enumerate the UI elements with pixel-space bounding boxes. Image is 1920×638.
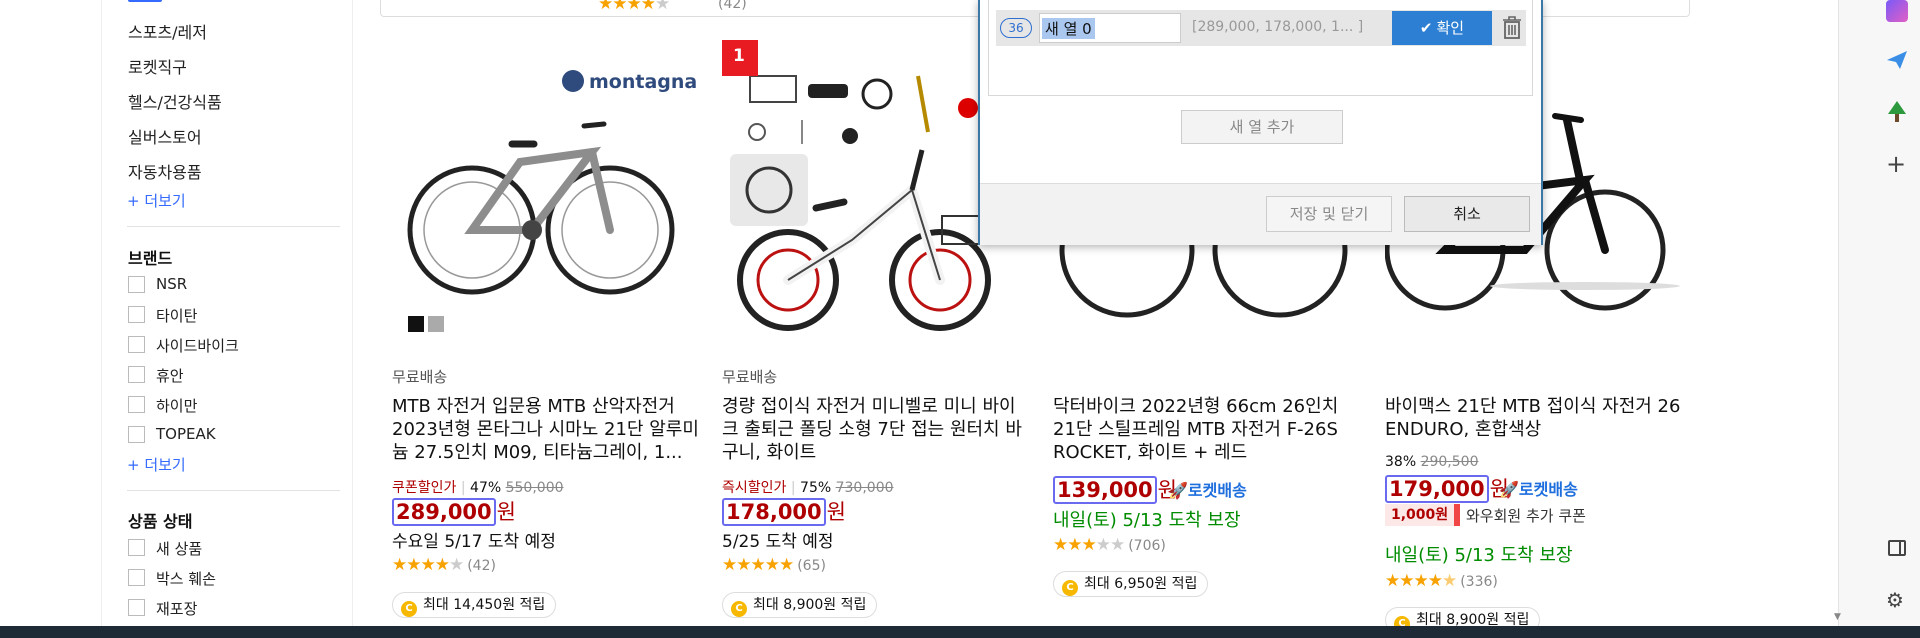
state-section-title: 상품 상태 — [128, 512, 193, 531]
sale-price: 289,000 원 — [392, 496, 516, 526]
row-index-badge: 36 — [1000, 18, 1032, 38]
delivery-date: 5/25 도착 예정 — [722, 532, 834, 552]
brand-label: 휴안 — [156, 367, 184, 385]
sale-price: 178,000 원 — [722, 496, 846, 526]
product-title[interactable]: 경량 접이식 자전거 미니벨로 미니 바이크 출퇴근 폴딩 소형 7단 접는 원… — [722, 395, 1032, 464]
rocket-icon: 🚀 — [1168, 481, 1188, 500]
state-label: 새 상품 — [156, 540, 203, 558]
rating-stars: ★★★★★ (42) — [392, 555, 496, 575]
cancel-button[interactable]: 취소 — [1404, 196, 1530, 232]
cashback-badge: C 최대 8,900원 적립 — [722, 592, 878, 618]
cashback-badge: C 최대 14,450원 적립 — [392, 592, 557, 618]
coupon-text: 와우회원 추가 쿠폰 — [1466, 507, 1586, 525]
ranking-number: 1 — [733, 46, 745, 66]
brand-checkbox-sidebike[interactable] — [128, 336, 145, 353]
add-column-button[interactable]: 새 열 추가 — [1181, 110, 1343, 144]
taskbar — [0, 626, 1920, 638]
category-sports[interactable]: 스포츠/레저 — [128, 19, 207, 43]
product-title[interactable]: 바이맥스 21단 MTB 접이식 자전거 26 ENDURO, 혼합색상 — [1385, 395, 1695, 441]
category-automotive[interactable]: 자동차용품 — [128, 159, 202, 183]
free-shipping-label: 무료배송 — [722, 368, 778, 386]
browser-sidebar: + ⚙ — [1838, 0, 1920, 626]
coin-icon: C — [731, 601, 747, 617]
product-image[interactable] — [722, 40, 1022, 340]
send-icon[interactable] — [1886, 50, 1908, 70]
discount-line: 쿠폰할인가 | 47% 550,000 — [392, 480, 564, 496]
brand-section-title: 브랜드 — [128, 249, 173, 268]
state-checkbox-box-damaged[interactable] — [128, 569, 145, 586]
tree-icon[interactable] — [1886, 100, 1908, 124]
page: ★★★★★ (42) 스포츠/레저 로켓직구 헬스/건강식품 실버스토어 자동차… — [0, 0, 1920, 638]
prev-review-count: (42) — [718, 0, 747, 12]
sale-price: 179,000 원 — [1385, 473, 1509, 503]
state-label: 박스 훼손 — [156, 570, 216, 588]
montagna-logo: montagna — [562, 70, 697, 93]
category-health[interactable]: 헬스/건강식품 — [128, 89, 222, 113]
discount-line: 38% 290,500 — [1385, 454, 1479, 470]
product-title[interactable]: MTB 자전거 입문용 MTB 산악자전거 2023년형 몬타그나 시마노 21… — [392, 395, 702, 464]
brand-checkbox-huan[interactable] — [128, 366, 145, 383]
divider — [127, 226, 340, 227]
prev-rating-stars: ★★★★★ — [598, 0, 670, 14]
confirm-button[interactable]: ✔ 확인 — [1392, 11, 1492, 45]
ranking-badge: 1 — [722, 40, 758, 76]
scroll-down-arrow-icon[interactable]: ▼ — [1834, 612, 1841, 622]
rocket-icon: 🚀 — [1499, 480, 1519, 499]
free-shipping-label: 무료배송 — [392, 368, 448, 386]
coupon-badge: 1,000원 — [1385, 504, 1461, 526]
discount-line: 즉시할인가 | 75% 730,000 — [722, 480, 894, 496]
column-name-value: 새 열 0 — [1042, 18, 1095, 39]
column-name-input[interactable]: 새 열 0 — [1039, 13, 1181, 43]
sale-price: 139,000 원 — [1053, 474, 1177, 504]
column-row: 36 새 열 0 [289,000, 178,000, 1... ] ✔ 확인 — [996, 10, 1526, 46]
delivery-date: 수요일 5/17 도착 예정 — [392, 532, 556, 552]
rocket-delivery-badge: 🚀로켓배송 — [1499, 480, 1578, 499]
copilot-icon[interactable] — [1886, 0, 1908, 22]
divider — [127, 490, 340, 491]
category-active-remnant[interactable] — [128, 0, 162, 2]
brand-label: 하이만 — [156, 397, 198, 415]
add-icon[interactable]: + — [1886, 152, 1906, 176]
category-rocket-direct[interactable]: 로켓직구 — [128, 54, 187, 78]
rating-stars: ★★★★★ (65) — [722, 555, 826, 575]
brand-checkbox-nsr[interactable] — [128, 276, 145, 293]
brand-checkbox-haiman[interactable] — [128, 396, 145, 413]
save-close-button[interactable]: 저장 및 닫기 — [1266, 196, 1392, 232]
brand-label: 사이드바이크 — [156, 337, 239, 355]
state-checkbox-new[interactable] — [128, 539, 145, 556]
delivery-guarantee: 내일(토) 5/13 도착 보장 — [1053, 510, 1241, 531]
brand-label: TOPEAK — [156, 425, 216, 443]
brand-checkbox-titan[interactable] — [128, 306, 145, 323]
state-checkbox-repacked[interactable] — [128, 599, 145, 616]
sidebar-toggle-icon[interactable] — [1888, 540, 1906, 556]
delivery-guarantee: 내일(토) 5/13 도착 보장 — [1385, 545, 1573, 566]
rating-stars: ★★★★★ (706) — [1053, 535, 1166, 555]
check-icon: ✔ — [1419, 19, 1433, 37]
delete-icon[interactable] — [1502, 16, 1522, 40]
settings-gear-icon[interactable]: ⚙ — [1886, 588, 1904, 612]
add-column-dialog: 36 새 열 0 [289,000, 178,000, 1... ] ✔ 확인 새… — [978, 0, 1543, 245]
coin-icon: C — [401, 601, 417, 617]
folding-bicycle-image — [730, 75, 995, 331]
product-title[interactable]: 닥터바이크 2022년형 66cm 26인치 21단 스틸프레임 MTB 자전거… — [1053, 395, 1363, 464]
state-label: 재포장 — [156, 600, 198, 618]
brand-label: 타이탄 — [156, 307, 198, 325]
coin-icon: C — [1062, 580, 1078, 596]
brand-more-link[interactable]: + 더보기 — [127, 454, 186, 475]
brand-label: NSR — [156, 275, 188, 293]
rocket-delivery-badge: 🚀로켓배송 — [1168, 481, 1247, 500]
value-preview: [289,000, 178,000, 1... ] — [1192, 19, 1364, 35]
cashback-badge: C 최대 6,950원 적립 — [1053, 571, 1209, 597]
rating-stars: ★★★★★ (336) — [1385, 571, 1498, 591]
category-silver-store[interactable]: 실버스토어 — [128, 124, 202, 148]
category-more-link[interactable]: + 더보기 — [127, 190, 186, 211]
brand-checkbox-topeak[interactable] — [128, 426, 145, 443]
